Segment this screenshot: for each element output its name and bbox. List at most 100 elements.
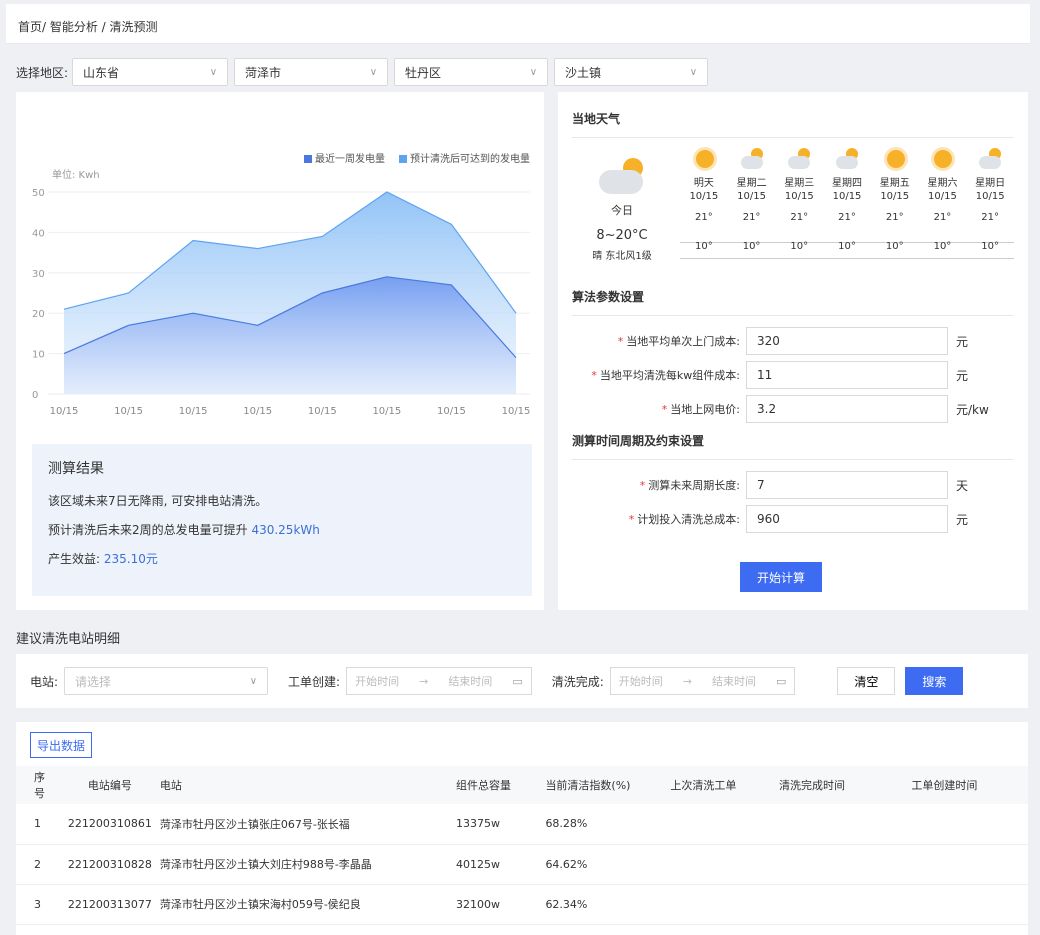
form-row: * 当地平均单次上门成本: 320 元 [572, 324, 1028, 358]
day-name: 星期六 [927, 178, 958, 189]
day-low: 10° [790, 241, 809, 252]
param-input[interactable]: 960 [746, 505, 948, 533]
day-high: 21° [694, 212, 713, 223]
export-button[interactable]: 导出数据 [30, 732, 93, 758]
city-select[interactable]: 菏泽市 ∨ [234, 58, 389, 86]
field-label: * 计划投入清洗总成本: [628, 513, 740, 526]
x-tick-label: 10/15 [372, 406, 401, 417]
day-high: 21° [933, 212, 952, 223]
calendar-icon: ▭ [775, 674, 787, 688]
area-chart: 0 10 20 30 40 50 10/15 10/15 10/15 10/15 10/15 10/1… [32, 188, 531, 417]
result-line-rain: 该区域未来7日无降雨, 可安排电站清洗。 [48, 494, 268, 508]
field-label: * 当地上网电价: [661, 403, 740, 416]
day-date: 10/15 [832, 191, 862, 202]
x-tick-label: 10/15 [114, 406, 143, 417]
cell-code: 221200310861 [59, 804, 156, 845]
form-row: * 计划投入清洗总成本: 960 元 [572, 502, 1028, 536]
x-tick-label: 10/15 [243, 406, 272, 417]
x-tick-label: 10/15 [502, 406, 531, 417]
table-row[interactable]: 3 221200313077 菏泽市牡丹区沙土镇宋海村059号-侯纪良 32100w 6… [16, 884, 1028, 925]
param-input[interactable]: 320 [746, 327, 948, 355]
sun-icon [882, 148, 908, 170]
column-header: 当前清洁指数(%) [541, 766, 667, 804]
field-unit: 元/kw [956, 402, 989, 417]
table-row[interactable]: 1 221200310861 菏泽市牡丹区沙土镇张庄067号-张长福 13375w 68… [16, 804, 1028, 845]
chart-unit: 单位: Kwh [52, 170, 100, 181]
day-date: 10/15 [928, 191, 957, 202]
power-increase-value: 430.25kWh [251, 523, 320, 537]
column-header: 上次清洗工单 [666, 766, 776, 804]
cloud-sun-icon [834, 148, 860, 170]
region-label: 选择地区: [16, 65, 69, 80]
cloud-sun-icon [739, 148, 765, 170]
day-date: 10/15 [689, 191, 719, 202]
result-line-benefit: 产生效益: 235.10元 [48, 552, 158, 566]
cell-index: 64.62% [541, 844, 667, 885]
column-header: 序号 [16, 766, 60, 804]
day-name: 星期日 [975, 178, 1006, 189]
day-low: 10° [885, 241, 904, 252]
field-label: * 当地平均清洗每kw组件成本: [591, 369, 740, 382]
y-tick-label: 40 [32, 228, 45, 239]
station-table-panel: 导出数据 序号 电站编号 电站 组件总容量 当前清洁指数(%) 上次清洗工单 清洗完成时间工… [16, 722, 1028, 935]
weather-today: 今日 8~20°C 晴 东北风1级 [572, 150, 672, 262]
sun-icon [929, 148, 955, 170]
detail-title: 建议清洗电站明细 [16, 632, 121, 647]
settings-panel: 当地天气 今日 8~20°C 晴 东北风1级 明天 10/15 21° 10° 星期二 1… [558, 92, 1028, 610]
column-header: 组件总容量 [451, 766, 542, 804]
field-unit: 元 [956, 512, 969, 527]
weather-widget: 今日 8~20°C 晴 东北风1级 明天 10/15 21° 10° 星期二 10/15 2… [572, 138, 1014, 288]
station-select[interactable]: 请选择 ∨ [64, 667, 269, 695]
province-select[interactable]: 山东省 ∨ [72, 58, 229, 86]
result-title: 测算结果 [48, 461, 104, 477]
cell-index: 68.28% [541, 804, 667, 845]
forecast-day: 星期六 10/15 21° 10° [919, 148, 967, 252]
start-calc-button[interactable]: 开始计算 [740, 562, 822, 592]
clean-date-range[interactable]: 开始时间 → 结束时间 ▭ [609, 667, 796, 695]
y-tick-label: 30 [32, 269, 45, 280]
x-tick-label: 10/15 [50, 406, 79, 417]
param-input[interactable]: 3.2 [746, 395, 948, 423]
param-input[interactable]: 11 [746, 361, 948, 389]
form-row: * 测算未来周期长度: 7 天 [572, 468, 1028, 502]
order-date-range[interactable]: 开始时间 → 结束时间 ▭ [346, 667, 532, 695]
today-temp: 8~20°C [596, 228, 648, 243]
forecast-day: 星期五 10/15 21° 10° [871, 148, 919, 252]
forecast-day: 星期二 10/15 21° 10° [728, 148, 776, 252]
day-date: 10/15 [737, 191, 766, 202]
cell-code: 221200310828 [59, 844, 156, 885]
table-row[interactable]: 2 221200310828 菏泽市牡丹区沙土镇大刘庄村988号-李晶晶 40125w… [16, 844, 1028, 885]
search-button[interactable]: 搜索 [905, 667, 964, 695]
region-selector: 选择地区: 山东省 ∨ 菏泽市 ∨ 牡丹区 ∨ 沙土镇 ∨ [16, 58, 714, 86]
day-low: 10° [933, 241, 952, 252]
day-name: 星期四 [832, 178, 863, 189]
y-tick-label: 50 [32, 188, 45, 199]
day-date: 10/15 [880, 191, 910, 202]
period-title: 测算时间周期及约束设置 [572, 432, 1014, 460]
y-tick-label: 0 [32, 390, 38, 401]
breadcrumb: 首页/ 智能分析 / 清洗预测 [6, 4, 1030, 44]
day-name: 星期五 [879, 178, 910, 189]
cell-name: 菏泽市牡丹区沙土镇张庄067号-张长福 [155, 804, 452, 845]
sun-icon [691, 148, 717, 170]
day-low: 10° [742, 241, 761, 252]
param-input[interactable]: 7 [746, 471, 948, 499]
today-desc: 晴 东北风1级 [592, 251, 652, 262]
clear-button[interactable]: 清空 [837, 667, 896, 695]
day-high: 21° [838, 212, 856, 223]
form-row: * 当地平均清洗每kw组件成本: 11 元 [572, 358, 1028, 392]
weather-title: 当地天气 [572, 92, 1014, 138]
chevron-down-icon: ∨ [689, 66, 698, 78]
field-unit: 天 [956, 478, 969, 493]
chevron-down-icon: ∨ [209, 66, 218, 78]
district-select[interactable]: 牡丹区 ∨ [394, 58, 549, 86]
algo-title: 算法参数设置 [572, 288, 1014, 316]
cell-capacity: 13375w [451, 804, 542, 845]
day-high: 21° [885, 212, 904, 223]
chart-legend: 最近一周发电量 预计清洗后可达到的发电量 [304, 150, 530, 165]
cell-capacity: 32100w [451, 884, 542, 925]
chevron-down-icon: ∨ [249, 675, 258, 687]
day-name: 星期三 [784, 178, 815, 189]
town-select[interactable]: 沙土镇 ∨ [554, 58, 709, 86]
cloud-sun-icon [786, 148, 812, 170]
